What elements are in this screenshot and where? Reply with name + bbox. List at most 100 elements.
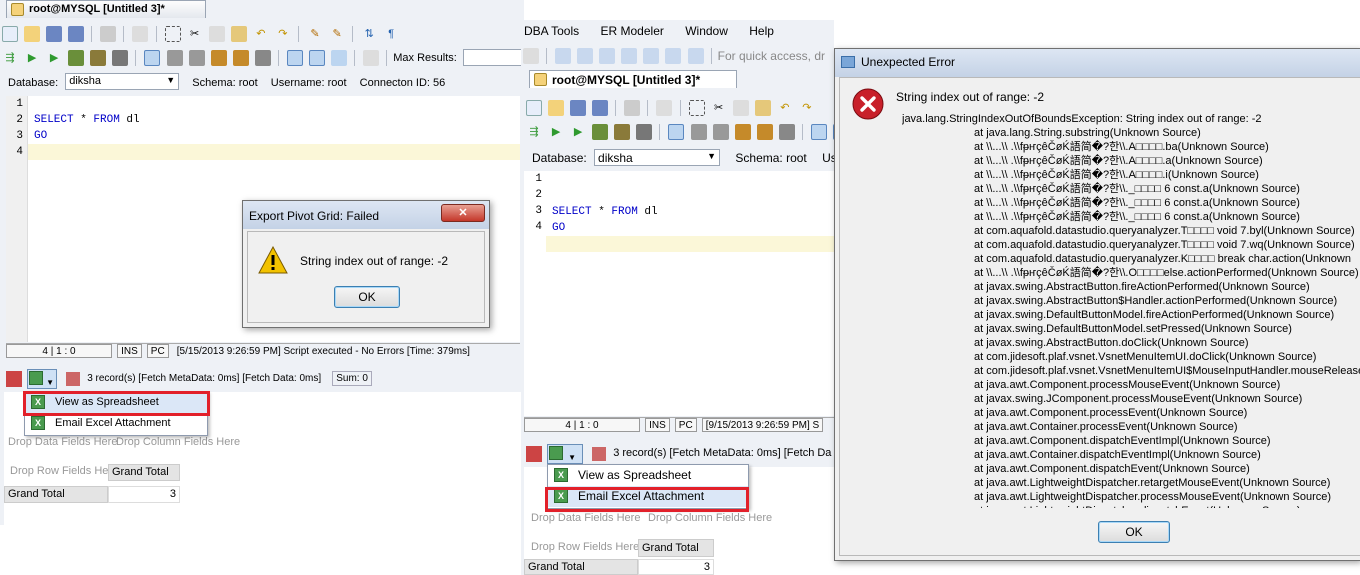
wand-icon[interactable]: ✎ [307, 26, 323, 42]
copy-icon[interactable] [132, 26, 149, 42]
results-grid-icon[interactable] [286, 50, 303, 66]
commit-icon[interactable] [144, 50, 161, 66]
pivot-icon[interactable] [6, 371, 22, 387]
wand2-icon[interactable]: ✎ [329, 26, 345, 42]
middle-toolbar-1: ✂ ↶ ↷ [524, 97, 834, 119]
save-icon[interactable] [570, 100, 587, 116]
open-icon[interactable] [24, 26, 41, 42]
export-excel-button[interactable]: ▼ [547, 444, 584, 464]
results-text-icon[interactable] [308, 50, 325, 66]
clear-icon[interactable] [254, 50, 271, 66]
pivot-drop-row: Drop Row Fields Here [10, 465, 119, 477]
new-icon[interactable] [526, 100, 542, 116]
rollback-icon[interactable] [166, 50, 183, 66]
left-toolbar-1: ✂ ↶ ↷ ✎ ✎ ⇅ ¶ [0, 23, 520, 45]
select-icon[interactable] [688, 100, 705, 116]
ok-button[interactable]: OK [1098, 521, 1170, 543]
new-icon[interactable] [2, 26, 18, 42]
pivot-drop-data: Drop Data Fields Here [531, 512, 641, 524]
clipboard-icon[interactable] [754, 100, 771, 116]
menu-dba-tools[interactable]: DBA Tools [524, 24, 579, 38]
clear-icon[interactable] [778, 124, 795, 140]
execute-step-icon[interactable]: ▶ [570, 124, 586, 140]
code-line-4 [546, 236, 834, 252]
sort-icon[interactable]: ⇅ [361, 26, 377, 42]
line-gutter: 1 2 3 4 [6, 96, 28, 342]
pivot-icon[interactable] [526, 446, 542, 462]
insert-mode: INS [645, 418, 670, 432]
menu-er-modeler[interactable]: ER Modeler [601, 24, 664, 38]
bookmark2-icon[interactable] [232, 50, 249, 66]
undo-icon[interactable]: ↶ [253, 26, 269, 42]
left-editor-tab[interactable]: root@MYSQL [Untitled 3]* [6, 0, 206, 18]
open-icon[interactable] [548, 100, 565, 116]
code-line-3: GO [34, 130, 48, 142]
grid-view3-icon[interactable] [599, 48, 616, 64]
paste-icon[interactable] [732, 100, 749, 116]
redo-icon[interactable]: ↷ [799, 100, 815, 116]
dialog-message: String index out of range: -2 [300, 254, 449, 268]
save-icon[interactable] [46, 26, 63, 42]
select-icon[interactable] [164, 26, 181, 42]
middle-editor-tab[interactable]: root@MYSQL [Untitled 3]* [529, 70, 737, 88]
format-icon[interactable]: ¶ [383, 26, 399, 42]
export-excel-button[interactable]: ▼ [27, 369, 58, 389]
grid-view2-icon[interactable] [577, 48, 594, 64]
execute-grid-icon[interactable] [68, 50, 85, 66]
bookmark-icon[interactable] [210, 50, 227, 66]
results-split-icon[interactable] [331, 50, 347, 66]
execute-step-icon[interactable]: ▶ [46, 50, 62, 66]
rollback-icon[interactable] [690, 124, 707, 140]
grid-icon[interactable] [592, 447, 607, 461]
redo-icon[interactable]: ↷ [275, 26, 291, 42]
grid-view6-icon[interactable] [665, 48, 682, 64]
bookmark-icon[interactable] [734, 124, 751, 140]
execute-icon[interactable]: ▶ [548, 124, 564, 140]
grid-view4-icon[interactable] [621, 48, 638, 64]
bookmark2-icon[interactable] [756, 124, 773, 140]
middle-sql-editor[interactable]: 1 2 3 4 SELECT * FROM dl GO [524, 171, 834, 416]
print-icon[interactable] [624, 100, 641, 116]
quick-access-field[interactable]: For quick access, dr [718, 49, 825, 63]
email-excel-attachment-item[interactable]: X Email Excel Attachment [25, 413, 207, 434]
copy-icon[interactable] [656, 100, 673, 116]
user-text: User [822, 151, 834, 165]
options-icon[interactable] [363, 50, 380, 66]
grid-view7-icon[interactable] [687, 48, 704, 64]
chevron-down-icon: ▼ [707, 150, 717, 161]
save-all-icon[interactable] [592, 100, 609, 116]
execute-grid-icon[interactable] [592, 124, 609, 140]
server-icon[interactable] [523, 48, 539, 64]
menu-help[interactable]: Help [749, 24, 774, 38]
grid-view5-icon[interactable] [643, 48, 660, 64]
grid-icon[interactable] [66, 372, 81, 386]
results-grid-icon[interactable] [810, 124, 827, 140]
middle-tab-title: root@MYSQL [Untitled 3]* [552, 73, 701, 87]
ok-button[interactable]: OK [334, 286, 400, 308]
view-as-spreadsheet-item[interactable]: X View as Spreadsheet [548, 465, 748, 486]
execute-icon[interactable]: ▶ [24, 50, 40, 66]
menu-window[interactable]: Window [685, 24, 728, 38]
paste-icon[interactable] [208, 26, 225, 42]
stop-icon[interactable] [636, 124, 653, 140]
execute-all-icon[interactable]: ⇶ [2, 50, 18, 66]
lock-icon[interactable] [188, 50, 205, 66]
database-select[interactable]: diksha ▼ [65, 73, 180, 90]
lock-icon[interactable] [712, 124, 729, 140]
execute-all-icon[interactable]: ⇶ [526, 124, 542, 140]
save-all-icon[interactable] [68, 26, 85, 42]
commit-icon[interactable] [668, 124, 685, 140]
cut-icon[interactable]: ✂ [711, 100, 727, 116]
close-button[interactable]: ✕ [441, 204, 485, 222]
grid-view-icon[interactable] [555, 48, 572, 64]
clipboard-icon[interactable] [230, 26, 247, 42]
database-select[interactable]: diksha ▼ [594, 148, 721, 166]
stack-trace-line: at com.aquafold.datastudio.queryanalyzer… [974, 253, 1351, 265]
stop-icon[interactable] [112, 50, 129, 66]
cut-icon[interactable]: ✂ [187, 26, 203, 42]
undo-icon[interactable]: ↶ [777, 100, 793, 116]
explain-icon[interactable] [90, 50, 107, 66]
explain-icon[interactable] [614, 124, 631, 140]
max-results-input[interactable] [462, 49, 524, 66]
print-icon[interactable] [100, 26, 117, 42]
